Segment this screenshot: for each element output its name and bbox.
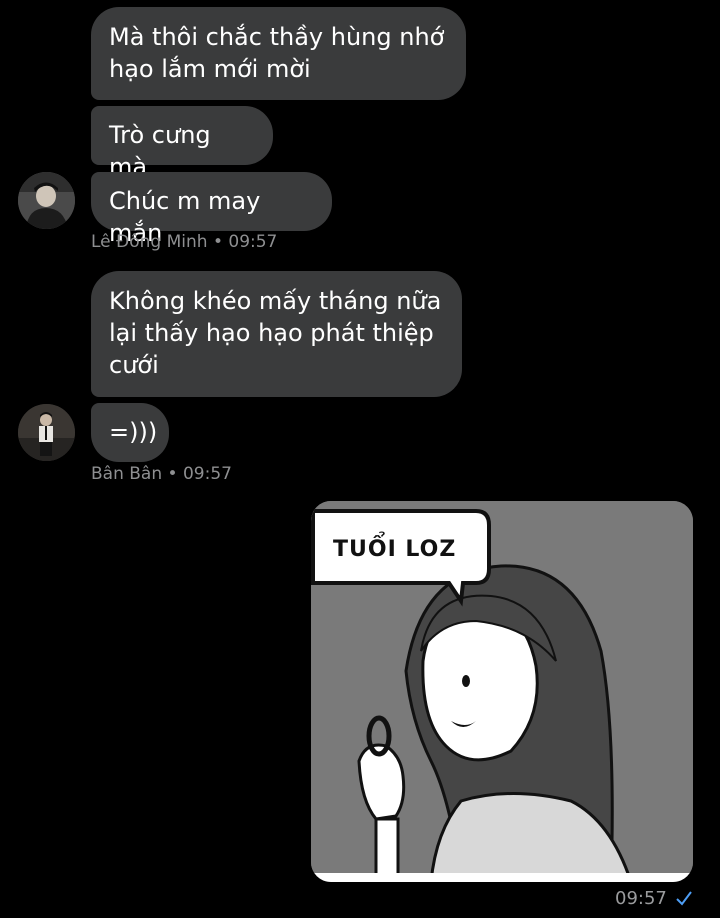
message-time: 09:57 [228, 232, 278, 252]
message-text: =))) [109, 418, 158, 446]
message-bubble[interactable]: Trò cưng mà [91, 106, 273, 181]
message-bubble[interactable]: Chúc m may mắn [91, 172, 332, 247]
sender-name: Lê Đông Minh [91, 232, 208, 252]
meta-separator: • [212, 232, 229, 252]
avatar-icon [18, 172, 75, 229]
message-bubble[interactable]: Không khéo mấy tháng nữa lại thấy hạo hạ… [91, 271, 462, 397]
message-time: 09:57 [182, 464, 232, 484]
sender-name: Bân Bân [91, 464, 163, 484]
sticker-illustration: TUỔI LOZ [311, 501, 693, 882]
avatar[interactable] [18, 172, 75, 229]
message-bubble[interactable]: Mà thôi chắc thầy hùng nhớ hạo lắm mới m… [91, 7, 466, 100]
message-text: Mà thôi chắc thầy hùng nhớ hạo lắm mới m… [109, 23, 445, 83]
avatar[interactable] [18, 404, 75, 461]
meta-separator: • [167, 464, 183, 484]
message-meta: Bân Bân • 09:57 [91, 464, 232, 484]
sticker-caption: TUỔI LOZ [333, 532, 456, 562]
message-meta: Lê Đông Minh • 09:57 [91, 232, 277, 252]
message-bubble[interactable]: =))) [91, 403, 169, 462]
sticker-image[interactable]: TUỔI LOZ [311, 501, 693, 882]
avatar-icon [18, 404, 75, 461]
message-time: 09:57 [615, 888, 667, 909]
read-check-icon [675, 889, 693, 911]
message-text: Không khéo mấy tháng nữa lại thấy hạo hạ… [109, 287, 442, 379]
